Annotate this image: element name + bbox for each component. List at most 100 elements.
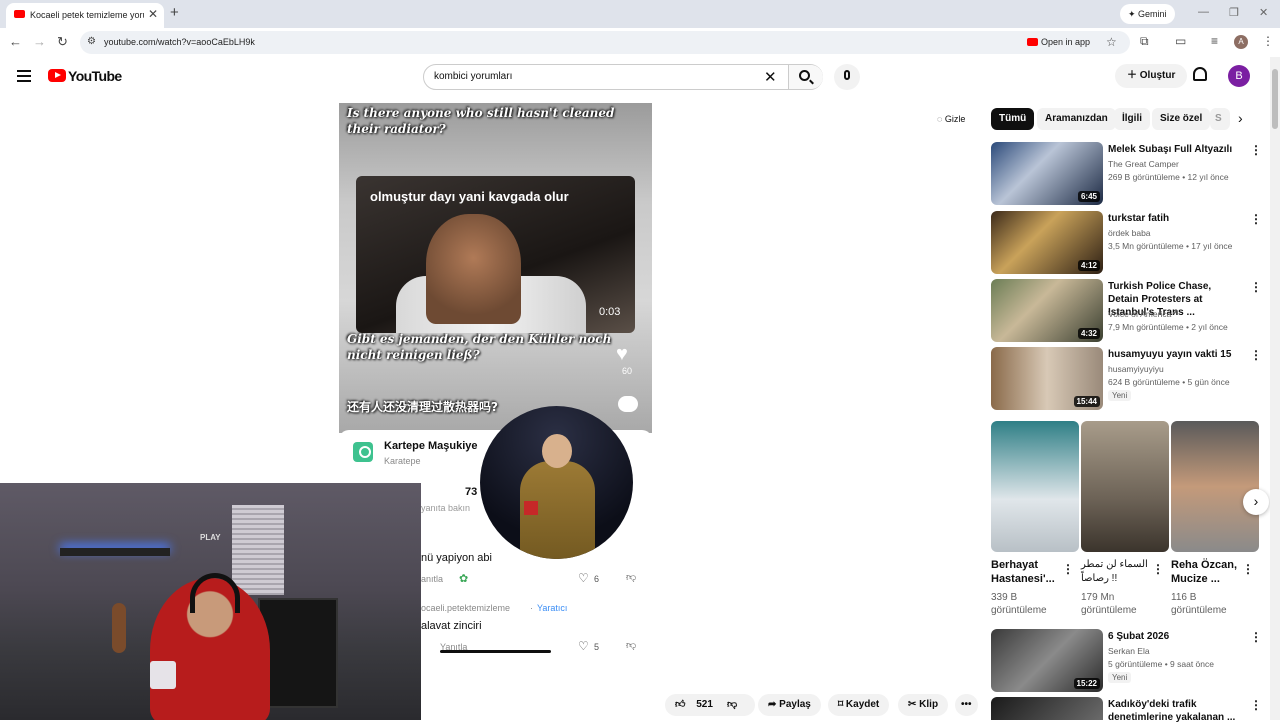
short-title[interactable]: السماء لن تمطر رصاصاً !! [1081, 558, 1151, 586]
user-avatar[interactable]: B [1228, 65, 1250, 87]
video-channel[interactable]: Serkan Ela [1108, 646, 1150, 656]
tab-close-icon[interactable]: ✕ [148, 7, 158, 21]
create-label: Oluştur [1139, 70, 1176, 81]
extensions-icon[interactable]: ⧉ [1140, 34, 1149, 49]
shorts-next-chevron-icon[interactable]: › [1243, 489, 1269, 515]
address-bar[interactable]: ⚙ youtube.com/watch?v=aooCaEbLH9k Open i… [80, 31, 1130, 54]
video-thumbnail[interactable] [991, 697, 1103, 720]
shelf [60, 548, 170, 556]
dislike-icon[interactable]: 👎︎ [727, 694, 737, 716]
chip-truncated[interactable]: S [1210, 108, 1230, 130]
comment-2-dislike-icon: 👎︎ [626, 640, 637, 651]
window-close-icon[interactable]: ✕ [1259, 6, 1268, 19]
video-title[interactable]: Melek Subaşı Full Altyazılı [1108, 143, 1248, 156]
video-title[interactable]: Kadıköy'deki trafik denetimlerine yakala… [1108, 698, 1238, 724]
short-title[interactable]: Reha Özcan, Mucize ... [1171, 558, 1241, 586]
short-thumbnail[interactable] [991, 421, 1079, 552]
video-duration: 4:32 [1077, 328, 1100, 339]
streamer-webcam: PLAY [0, 483, 421, 720]
circular-video-overlay [480, 406, 633, 559]
forward-icon[interactable]: → [33, 34, 46, 49]
coffee-mug [150, 661, 176, 689]
search-box: ✕ [423, 64, 823, 90]
chips-next-chevron-icon[interactable]: › [1238, 110, 1243, 126]
comment-1-likes: 6 [594, 574, 600, 584]
video-menu-icon[interactable]: ⋮ [1250, 348, 1262, 362]
search-input[interactable] [434, 71, 754, 82]
star-icon[interactable]: ☆ [1106, 35, 1117, 49]
video-channel[interactable]: The Great Camper [1108, 159, 1179, 169]
chip-all[interactable]: Tümü [991, 108, 1035, 130]
video-thumbnail[interactable]: 15:22 [991, 629, 1103, 692]
short-menu-icon[interactable]: ⋮ [1062, 562, 1074, 576]
minimize-icon[interactable]: — [1198, 6, 1209, 18]
reading-list-icon[interactable]: ≡ [1211, 34, 1218, 48]
plus-icon: ＋ [1127, 70, 1140, 81]
video-menu-icon[interactable]: ⋮ [1250, 143, 1262, 157]
video-menu-icon[interactable]: ⋮ [1250, 212, 1262, 226]
video-channel[interactable]: Voice of America [1108, 309, 1171, 319]
short-menu-icon[interactable]: ⋮ [1152, 562, 1164, 576]
scrollbar-thumb[interactable] [1272, 69, 1278, 129]
video-thumbnail[interactable]: 4:12 [991, 211, 1103, 274]
search-icon [799, 70, 810, 81]
video-menu-icon[interactable]: ⋮ [1250, 698, 1262, 712]
video-channel[interactable]: husamyiyuyiyu [1108, 364, 1164, 374]
comment-1-dislike-icon: 👎︎ [626, 572, 637, 583]
new-tab-button[interactable]: + [170, 4, 179, 21]
video-menu-icon[interactable]: ⋮ [1250, 630, 1262, 644]
overlay-armband [524, 501, 538, 515]
video-title[interactable]: 6 Şubat 2026 [1108, 630, 1248, 643]
short-thumbnail[interactable] [1171, 421, 1259, 552]
reload-icon[interactable]: ↻ [57, 34, 68, 50]
video-meta: 3,5 Mn görüntüleme • 17 yıl önce [1108, 241, 1233, 251]
video-menu-icon[interactable]: ⋮ [1250, 280, 1262, 294]
video-channel[interactable]: ördek baba [1108, 228, 1151, 238]
search-button[interactable] [788, 65, 823, 89]
create-button[interactable]: ＋ Oluştur [1115, 64, 1188, 88]
site-info-icon[interactable]: ⚙ [87, 36, 96, 47]
voice-search-button[interactable] [834, 64, 860, 90]
browser-tab[interactable]: Kocaeli petek temizleme yorum ✕ [6, 3, 164, 28]
chip-for-you[interactable]: Size özel [1152, 108, 1211, 130]
video-title[interactable]: husamyuyu yayın vakti 15 [1108, 348, 1248, 361]
open-in-app-button[interactable]: Open in app [1027, 37, 1090, 47]
video-title[interactable]: turkstar fatih [1108, 212, 1248, 225]
notifications-bell-icon[interactable] [1193, 67, 1207, 81]
share-button[interactable]: ➦ Paylaş [758, 694, 821, 716]
youtube-logo-text[interactable]: YouTube [68, 68, 122, 84]
like-count[interactable]: 521 [696, 699, 713, 710]
clear-search-icon[interactable]: ✕ [764, 68, 777, 86]
youtube-logo-icon[interactable] [48, 69, 66, 82]
like-icon[interactable]: 👍︎ [675, 699, 685, 710]
short-menu-icon[interactable]: ⋮ [1242, 562, 1254, 576]
hide-button[interactable]: ◌ Gizle [937, 114, 965, 124]
guide-menu-icon[interactable] [17, 70, 31, 82]
creator-badge: Yaratıcı [537, 603, 568, 613]
short-thumbnail[interactable] [1081, 421, 1169, 552]
back-icon[interactable]: ← [9, 34, 22, 49]
video-thumbnail[interactable]: 6:45 [991, 142, 1103, 205]
chrome-menu-icon[interactable]: ⋮ [1262, 34, 1274, 48]
comment-2-likes: 5 [594, 642, 600, 652]
video-thumbnail[interactable]: 4:32 [991, 279, 1103, 342]
chip-related[interactable]: İlgili [1114, 108, 1150, 130]
more-actions-button[interactable]: ••• [955, 694, 978, 716]
url-text[interactable]: youtube.com/watch?v=aooCaEbLH9k [104, 37, 255, 47]
video-duration: 15:22 [1073, 678, 1100, 689]
clip-button[interactable]: ✂ Klip [898, 694, 949, 716]
save-button[interactable]: ⌑ Kaydet [828, 694, 890, 716]
gemini-button[interactable]: ✦ Gemini [1120, 4, 1175, 24]
video-thumbnail[interactable]: 15:44 [991, 347, 1103, 410]
maximize-icon[interactable]: ❐ [1229, 6, 1239, 19]
page-scrollbar[interactable] [1270, 57, 1280, 720]
overlay-video-clip[interactable]: olmuştur dayı yani kavgada olur 0:03 [356, 176, 635, 333]
cast-icon[interactable]: ▭ [1175, 34, 1186, 48]
profile-avatar[interactable]: A [1234, 35, 1248, 49]
short-title[interactable]: Berhayat Hastanesi'... [991, 558, 1061, 586]
microphone-icon [844, 70, 850, 80]
video-duration: 15:44 [1073, 396, 1100, 407]
video-progress-bar[interactable] [440, 650, 551, 653]
save-label: Kaydet [845, 699, 880, 710]
chip-from-search[interactable]: Aramanızdan [1037, 108, 1116, 130]
